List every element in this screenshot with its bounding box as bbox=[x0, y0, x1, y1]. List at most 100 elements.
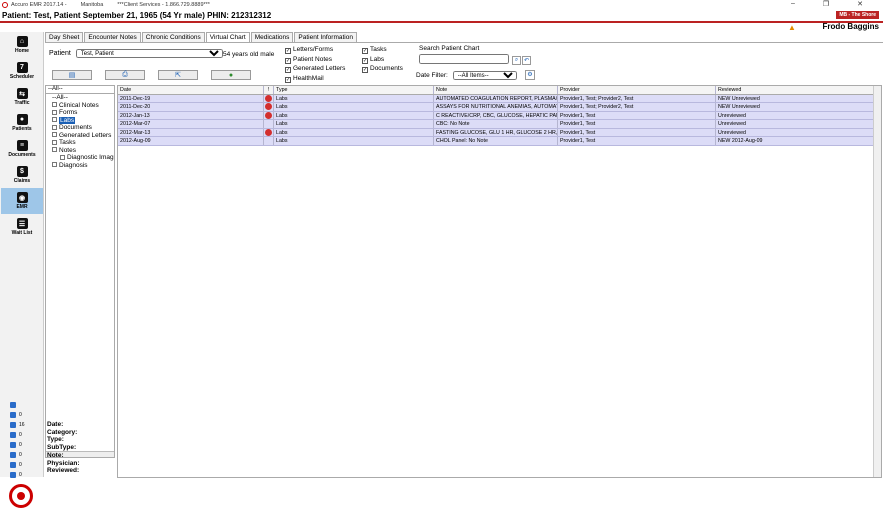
table-scrollbar[interactable] bbox=[873, 86, 881, 477]
tab-patient-information[interactable]: Patient Information bbox=[294, 32, 357, 42]
tree-item-all[interactable]: --All-- bbox=[52, 94, 114, 102]
current-user[interactable]: Frodo Baggins bbox=[823, 22, 879, 31]
table-row[interactable]: 2011-Dec-20 Labs ASSAYS FOR NUTRITIONAL AN… bbox=[118, 103, 881, 112]
column-reviewed[interactable]: Reviewed bbox=[716, 86, 874, 94]
table-row[interactable]: 2012-Mar-07 Labs CBC: No Note Provider1, Te… bbox=[118, 120, 881, 129]
category-tree: --All-- --All-- Clinical Notes Forms Lab… bbox=[45, 85, 115, 458]
tree-item-notes[interactable]: Notes bbox=[52, 147, 114, 155]
filter-documents[interactable]: ✓ Documents bbox=[362, 64, 403, 74]
date-filter-select[interactable]: --All Items-- bbox=[452, 71, 517, 80]
column-date[interactable]: Date bbox=[118, 86, 264, 94]
tree-item-generated-letters[interactable]: Generated Letters bbox=[52, 132, 114, 140]
column-provider[interactable]: Provider bbox=[558, 86, 716, 94]
filter-patient-notes[interactable]: ✓ Patient Notes bbox=[285, 55, 345, 65]
tree-item-labs[interactable]: Labs bbox=[52, 116, 114, 124]
add-icon: ● bbox=[228, 71, 234, 79]
patient-select[interactable]: Test, Patient bbox=[75, 49, 223, 58]
table-row[interactable]: 2012-Jan-13 Labs C REACTIVE/CRP, CBC, GLUC… bbox=[118, 111, 881, 120]
tab-encounter-notes[interactable]: Encounter Notes bbox=[84, 32, 141, 42]
search-icon[interactable]: ⌕ bbox=[512, 56, 521, 65]
cell-date: 2011-Dec-20 bbox=[118, 103, 264, 111]
nav-claims[interactable]: $ Claims bbox=[1, 162, 43, 188]
nav-scheduler[interactable]: 7 Scheduler bbox=[1, 58, 43, 84]
tree-item-diagnosis[interactable]: Diagnosis bbox=[52, 162, 114, 170]
nav-documents[interactable]: ≡ Documents bbox=[1, 136, 43, 162]
cell-provider: Provider1, Test; Provider2, Test bbox=[558, 103, 716, 111]
calendar-icon: 7 bbox=[16, 62, 28, 73]
nav-patients[interactable]: ● Patients bbox=[1, 110, 43, 136]
checkbox[interactable]: ✓ bbox=[362, 48, 368, 54]
count-row[interactable]: 0 bbox=[10, 460, 25, 470]
detail-category-label: Category: bbox=[47, 428, 78, 436]
count-row[interactable]: 16 bbox=[10, 420, 25, 430]
count-row[interactable]: 0 bbox=[10, 440, 25, 450]
tree-item-documents[interactable]: Documents bbox=[52, 124, 114, 132]
tree-selector[interactable]: --All-- bbox=[46, 86, 114, 94]
folder-icon bbox=[52, 132, 57, 138]
column-flag[interactable]: ! bbox=[264, 86, 274, 94]
patient-age: 54 years old male bbox=[223, 51, 275, 58]
checkbox[interactable]: ✓ bbox=[362, 57, 368, 64]
tab-day-sheet[interactable]: Day Sheet bbox=[45, 32, 84, 42]
nav-label: Wait List bbox=[11, 230, 33, 236]
table-row[interactable]: 2011-Dec-19 Labs AUTOMATED COAGULATION REP… bbox=[118, 94, 881, 103]
add-button[interactable]: ● bbox=[211, 70, 251, 80]
filter-generated-letters[interactable]: ✓ Generated Letters bbox=[285, 64, 345, 74]
nav-label: Scheduler bbox=[9, 74, 35, 80]
accuro-target-logo-icon[interactable] bbox=[9, 484, 33, 508]
checkbox[interactable]: ✓ bbox=[285, 76, 291, 83]
checkbox[interactable]: ✓ bbox=[362, 67, 368, 73]
checkbox[interactable]: ✓ bbox=[285, 48, 291, 54]
search-input[interactable] bbox=[419, 54, 509, 64]
site-badge[interactable]: MB - The Shore bbox=[836, 11, 879, 19]
count-row[interactable]: 0 bbox=[10, 410, 25, 420]
table-row[interactable]: 2012-Aug-09 Labs CHOL Panel: No Note Provid… bbox=[118, 137, 881, 146]
tab-chronic-conditions[interactable]: Chronic Conditions bbox=[141, 32, 205, 42]
maximize-button[interactable]: ❐ bbox=[823, 0, 829, 8]
table-header: Date ! Type Note Provider Reviewed bbox=[118, 86, 881, 95]
filter-settings-icon[interactable]: ⚙ bbox=[525, 70, 535, 80]
column-note[interactable]: Note bbox=[434, 86, 558, 94]
nav-wait-list[interactable]: ☰ Wait List bbox=[1, 214, 43, 240]
filter-tasks[interactable]: ✓ Tasks bbox=[362, 45, 403, 55]
nav-home[interactable]: ⌂ Home bbox=[1, 32, 43, 58]
nav-traffic[interactable]: ⇆ Traffic bbox=[1, 84, 43, 110]
reset-icon[interactable]: ↶ bbox=[522, 56, 531, 65]
minimize-button[interactable]: – bbox=[791, 0, 795, 8]
tab-virtual-chart[interactable]: Virtual Chart bbox=[205, 32, 250, 42]
filter-healthmail[interactable]: ✓ HealthMail bbox=[285, 74, 345, 84]
preview-button[interactable]: ▤ bbox=[52, 70, 92, 80]
date-filter-label: Date Filter: bbox=[416, 72, 448, 79]
count-row[interactable] bbox=[10, 400, 25, 410]
warning-icon[interactable]: ▲ bbox=[788, 23, 796, 32]
folder-icon bbox=[52, 139, 57, 145]
filter-letters-forms[interactable]: ✓ Letters/Forms bbox=[285, 45, 345, 55]
cell-reviewed: Unreviewed bbox=[716, 111, 874, 119]
cell-type: Labs bbox=[274, 128, 434, 136]
close-button[interactable]: ✕ bbox=[857, 0, 863, 8]
preview-icon: ▤ bbox=[68, 72, 76, 79]
column-type[interactable]: Type bbox=[274, 86, 434, 94]
count-row[interactable]: 0 bbox=[10, 430, 25, 440]
patient-summary: Patient: Test, Patient September 21, 196… bbox=[2, 11, 272, 20]
tab-medications[interactable]: Medications bbox=[250, 32, 294, 42]
filter-group-1: ✓ Letters/Forms ✓ Patient Notes ✓ Generated… bbox=[285, 45, 345, 83]
tree-item-forms[interactable]: Forms bbox=[52, 109, 114, 117]
count-row[interactable]: 0 bbox=[10, 470, 25, 480]
count-row[interactable]: 0 bbox=[10, 450, 25, 460]
filter-labs[interactable]: ✓ Labs bbox=[362, 55, 403, 65]
tree-item-diagnostic-imaging[interactable]: Diagnostic Imag bbox=[52, 154, 114, 162]
app-title: Accuro EMR 2017.14 - bbox=[11, 2, 67, 8]
folder-icon bbox=[52, 117, 57, 123]
print-button[interactable]: ⎙ bbox=[105, 70, 145, 80]
tree-item-tasks[interactable]: Tasks bbox=[52, 139, 114, 147]
folder-icon bbox=[52, 147, 57, 153]
tree-item-clinical-notes[interactable]: Clinical Notes bbox=[52, 102, 114, 110]
checkbox[interactable]: ✓ bbox=[285, 67, 291, 73]
export-button[interactable]: ⇱ bbox=[158, 70, 198, 80]
cell-note: CBC: No Note bbox=[434, 120, 558, 128]
checkbox[interactable]: ✓ bbox=[285, 57, 291, 64]
nav-emr[interactable]: ◉ EMR bbox=[1, 188, 43, 214]
count-value: 0 bbox=[19, 412, 22, 418]
table-row[interactable]: 2012-Mar-13 Labs FASTING GLUCOSE, GLU 1 HR… bbox=[118, 128, 881, 137]
